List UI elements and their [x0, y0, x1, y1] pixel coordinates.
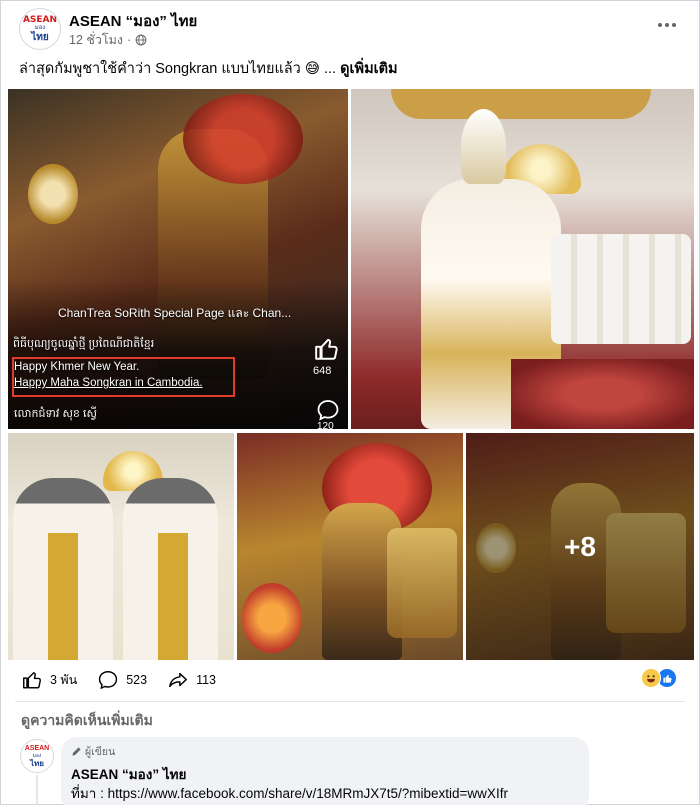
post-photo-5[interactable]: +8 [466, 433, 694, 660]
gold-sash [48, 533, 78, 660]
thumbs-up-icon[interactable] [314, 336, 340, 362]
meta-separator: · [126, 33, 132, 47]
share-button[interactable]: 113 [167, 669, 216, 691]
post-time[interactable]: 12 ชั่วโมง [69, 30, 123, 50]
caption-text: ล่าสุดกัมพูชาใช้คำว่า Songkran แบบไทยแล้… [19, 61, 301, 77]
attendants-group [551, 234, 691, 344]
comment-bubble-icon[interactable] [316, 398, 340, 422]
haha-reaction-icon [641, 668, 661, 688]
section-divider [15, 701, 685, 702]
like-button[interactable]: 3 พัน [21, 669, 77, 691]
highlight-box [12, 357, 235, 397]
avatar-text-line3: ไทย [30, 758, 44, 768]
comment-author-avatar[interactable]: ASEAN มอง ไทย [20, 739, 54, 773]
page-avatar[interactable]: ASEAN มอง ไทย [19, 8, 61, 50]
umbrella-decoration [391, 89, 651, 119]
clock-decoration [28, 164, 78, 224]
khmer-credit-line: លោកជំទាវ សុខ ស្វើ [14, 408, 97, 420]
flower-offering [242, 583, 302, 653]
like-icon [23, 672, 42, 689]
view-more-comments-link[interactable]: ดูความคิดเห็นเพิ่มเติม [21, 710, 153, 732]
avatar-text-line1: ASEAN [24, 744, 50, 752]
post-photo-4[interactable] [237, 433, 463, 660]
post-caption: ล่าสุดกัมพูชาใช้คำว่า Songkran แบบไทยแล้… [19, 57, 398, 80]
share-count: 113 [196, 673, 217, 687]
post-photo-2[interactable] [351, 89, 694, 429]
author-badge: ผู้เขียน [71, 743, 115, 760]
comment-source-link[interactable]: https://www.facebook.com/share/v/18MRmJX… [108, 786, 508, 801]
reaction-summary[interactable] [641, 668, 677, 688]
dancer-headdress [461, 109, 506, 184]
video-comment-count: 120 [317, 421, 334, 429]
video-like-count: 648 [313, 365, 332, 377]
globe-icon [135, 34, 147, 46]
comment-text: ที่มา : https://www.facebook.com/share/v… [71, 782, 508, 804]
throne-decoration [387, 528, 457, 638]
lion-dance-head [183, 94, 303, 184]
video-source-label: ChanTrea SoRith Special Page และ Chan... [58, 306, 292, 320]
more-horizontal-icon [658, 23, 662, 27]
avatar-text-line1: ASEAN [22, 15, 58, 25]
carpet [511, 359, 694, 429]
comment-button[interactable]: 523 [97, 669, 147, 691]
comment-source-prefix: ที่มา : [71, 786, 104, 801]
comment-count: 523 [126, 673, 148, 687]
see-more-link[interactable]: ดูเพิ่มเติม [340, 61, 397, 77]
avatar-text-line2: มอง [34, 25, 46, 31]
author-badge-label: ผู้เขียน [85, 746, 116, 758]
pencil-icon [72, 747, 81, 756]
comment-thread-line [36, 775, 38, 805]
post-photo-3[interactable] [8, 433, 234, 660]
sweat-smile-emoji: 😅 [304, 61, 320, 77]
caption-ellipsis: ... [324, 61, 337, 77]
post-meta: 12 ชั่วโมง · [69, 30, 147, 50]
action-bar: 3 พัน 523 113 [21, 668, 236, 692]
comment-icon [99, 671, 118, 690]
more-photos-count[interactable]: +8 [466, 433, 694, 660]
more-options-button[interactable] [655, 15, 679, 35]
avatar-text-line3: ไทย [31, 32, 49, 43]
gold-sash [158, 533, 188, 660]
share-arrow-icon [169, 672, 188, 688]
khmer-caption-line: ពិធីបុណ្យចូលឆ្នាំថ្មី ប្រពៃណីជាតិខ្មែរ [13, 338, 155, 350]
like-count: 3 พัน [50, 673, 78, 687]
post-card: ASEAN มอง ไทย ASEAN “มอง” ไทย 12 ชั่วโมง… [0, 0, 700, 805]
